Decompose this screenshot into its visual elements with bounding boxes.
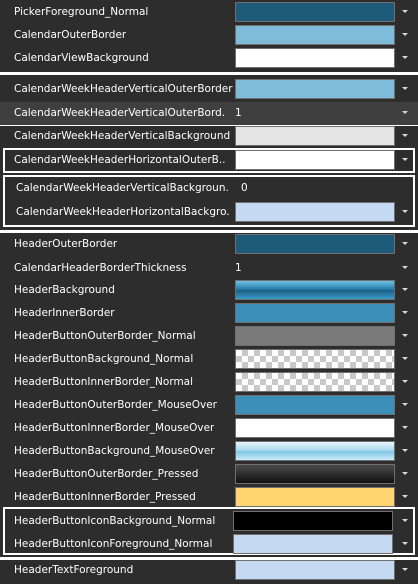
property-label: HeaderButtonOuterBorder_Normal xyxy=(14,330,196,342)
color-swatch[interactable] xyxy=(235,126,395,146)
property-label: CalendarViewBackground xyxy=(14,52,149,64)
dropdown-arrow-icon[interactable] xyxy=(402,449,408,452)
color-swatch[interactable] xyxy=(235,48,395,68)
property-row-header-button-background-mouseover[interactable]: HeaderButtonBackground_MouseOver xyxy=(0,440,418,463)
property-row-header-background[interactable]: HeaderBackground xyxy=(0,279,418,302)
color-swatch-transparent[interactable] xyxy=(235,372,395,392)
property-label: HeaderButtonOuterBorder_MouseOver xyxy=(14,399,217,411)
dropdown-arrow-icon[interactable] xyxy=(402,495,408,498)
property-row-calendar-view-background[interactable]: CalendarViewBackground xyxy=(0,47,418,70)
property-row-header-text-foreground[interactable]: HeaderTextForeground xyxy=(0,559,418,582)
color-swatch[interactable] xyxy=(235,2,395,22)
color-swatch[interactable] xyxy=(235,150,395,170)
property-row-week-header-vertical-background[interactable]: CalendarWeekHeaderVerticalBackground xyxy=(0,125,418,148)
property-row-header-button-icon-foreground-normal[interactable]: HeaderButtonIconForeground_Normal xyxy=(0,533,418,556)
dropdown-arrow-icon[interactable] xyxy=(402,288,408,291)
property-row-week-header-vertical-background-thickness[interactable]: CalendarWeekHeaderVerticalBackgroun... 0 xyxy=(0,177,418,200)
color-swatch[interactable] xyxy=(233,511,393,531)
color-swatch[interactable] xyxy=(235,395,395,415)
color-swatch[interactable] xyxy=(235,202,395,222)
property-row-header-button-inner-border-normal[interactable]: HeaderButtonInnerBorder_Normal xyxy=(0,371,418,394)
color-swatch[interactable] xyxy=(235,280,395,300)
dropdown-arrow-icon[interactable] xyxy=(402,403,408,406)
property-row-header-button-outer-border-mouseover[interactable]: HeaderButtonOuterBorder_MouseOver xyxy=(0,394,418,417)
property-row-week-header-vertical-outer-border-thickness[interactable]: CalendarWeekHeaderVerticalOuterBord... 1 xyxy=(0,102,418,125)
property-label: HeaderBackground xyxy=(14,284,115,296)
dropdown-arrow-icon[interactable] xyxy=(402,134,408,137)
property-label: HeaderButtonIconBackground_Normal xyxy=(14,515,216,527)
property-label: CalendarHeaderBorderThickness xyxy=(14,262,187,274)
property-row-header-button-inner-border-mouseover[interactable]: HeaderButtonInnerBorder_MouseOver xyxy=(0,417,418,440)
dropdown-arrow-icon[interactable] xyxy=(402,357,408,360)
property-row-header-button-icon-background-normal[interactable]: HeaderButtonIconBackground_Normal xyxy=(0,510,418,533)
property-label: HeaderButtonOuterBorder_Pressed xyxy=(14,468,199,480)
property-value[interactable]: 0 xyxy=(241,182,248,194)
color-swatch[interactable] xyxy=(235,560,395,580)
color-swatch[interactable] xyxy=(235,441,395,461)
property-row-header-button-inner-border-pressed[interactable]: HeaderButtonInnerBorder_Pressed xyxy=(0,486,418,509)
property-label: HeaderInnerBorder xyxy=(14,307,115,319)
property-label: HeaderOuterBorder xyxy=(14,238,118,250)
property-label: HeaderTextForeground xyxy=(14,564,134,576)
property-row-calendar-outer-border[interactable]: CalendarOuterBorder xyxy=(0,24,418,47)
property-row-header-button-background-normal[interactable]: HeaderButtonBackground_Normal xyxy=(0,348,418,371)
property-row-calendar-header-border-thickness[interactable]: CalendarHeaderBorderThickness 1 xyxy=(0,257,418,280)
property-row-header-button-outer-border-normal[interactable]: HeaderButtonOuterBorder_Normal xyxy=(0,325,418,348)
dropdown-arrow-icon[interactable] xyxy=(402,334,408,337)
dropdown-arrow-icon[interactable] xyxy=(402,542,408,545)
property-row-week-header-horizontal-outer-border[interactable]: CalendarWeekHeaderHorizontalOuterB... xyxy=(0,149,418,172)
dropdown-arrow-icon[interactable] xyxy=(402,210,408,213)
property-label: HeaderButtonBackground_MouseOver xyxy=(14,445,215,457)
color-swatch[interactable] xyxy=(235,418,395,438)
property-label: HeaderButtonBackground_Normal xyxy=(14,353,194,365)
property-label: CalendarWeekHeaderHorizontalOuterB... xyxy=(14,154,226,166)
color-swatch[interactable] xyxy=(235,234,395,254)
dropdown-arrow-icon[interactable] xyxy=(402,568,408,571)
property-label: CalendarWeekHeaderVerticalOuterBord... xyxy=(14,107,226,119)
property-value[interactable]: 1 xyxy=(235,262,242,274)
dropdown-arrow-icon[interactable] xyxy=(402,311,408,314)
dropdown-arrow-icon[interactable] xyxy=(402,242,408,245)
property-label: CalendarWeekHeaderVerticalOuterBorder xyxy=(14,83,233,95)
dropdown-arrow-icon[interactable] xyxy=(402,158,408,161)
color-swatch-transparent[interactable] xyxy=(235,349,395,369)
dropdown-arrow-icon[interactable] xyxy=(402,380,408,383)
dropdown-arrow-icon[interactable] xyxy=(402,56,408,59)
dropdown-arrow-icon[interactable] xyxy=(402,10,408,13)
property-label: CalendarOuterBorder xyxy=(14,29,127,41)
property-label: CalendarWeekHeaderVerticalBackground xyxy=(14,130,231,142)
property-label: HeaderButtonInnerBorder_Pressed xyxy=(14,491,196,503)
color-swatch[interactable] xyxy=(235,326,395,346)
property-row-header-inner-border[interactable]: HeaderInnerBorder xyxy=(0,302,418,325)
property-row-picker-foreground-normal[interactable]: PickerForeground_Normal xyxy=(0,1,418,24)
property-row-header-button-outer-border-pressed[interactable]: HeaderButtonOuterBorder_Pressed xyxy=(0,463,418,486)
dropdown-arrow-icon[interactable] xyxy=(402,519,408,522)
color-swatch[interactable] xyxy=(235,25,395,45)
property-label: PickerForeground_Normal xyxy=(14,6,149,18)
dropdown-arrow-icon[interactable] xyxy=(402,426,408,429)
property-label: HeaderButtonInnerBorder_MouseOver xyxy=(14,422,215,434)
group-separator xyxy=(0,72,418,75)
dropdown-arrow-icon[interactable] xyxy=(402,33,408,36)
property-row-week-header-vertical-outer-border[interactable]: CalendarWeekHeaderVerticalOuterBorder xyxy=(0,78,418,101)
color-swatch[interactable] xyxy=(235,303,395,323)
color-swatch[interactable] xyxy=(235,487,395,507)
property-label: CalendarWeekHeaderHorizontalBackgro... xyxy=(16,206,230,218)
property-label: HeaderButtonIconForeground_Normal xyxy=(14,538,213,550)
dropdown-arrow-icon[interactable] xyxy=(402,266,408,269)
dropdown-arrow-icon[interactable] xyxy=(402,111,408,114)
dropdown-arrow-icon[interactable] xyxy=(402,472,408,475)
property-label: HeaderButtonInnerBorder_Normal xyxy=(14,376,194,388)
property-label: CalendarWeekHeaderVerticalBackgroun... xyxy=(16,182,230,194)
property-value[interactable]: 1 xyxy=(235,107,242,119)
property-row-week-header-horizontal-background[interactable]: CalendarWeekHeaderHorizontalBackgro... xyxy=(0,201,418,224)
dropdown-arrow-icon[interactable] xyxy=(402,87,408,90)
property-row-header-outer-border[interactable]: HeaderOuterBorder xyxy=(0,233,418,256)
color-swatch[interactable] xyxy=(233,534,393,554)
color-swatch[interactable] xyxy=(235,79,395,99)
color-swatch[interactable] xyxy=(235,464,395,484)
